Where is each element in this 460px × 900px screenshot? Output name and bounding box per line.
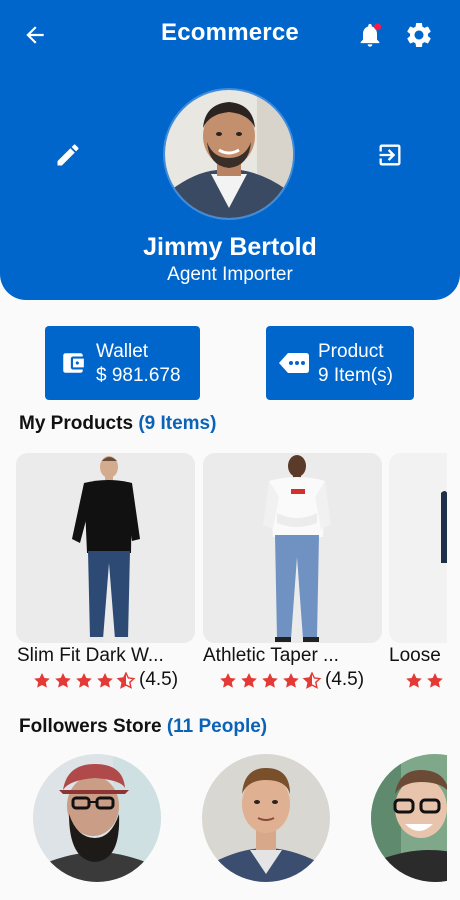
product-photo xyxy=(16,453,195,643)
follower-avatar[interactable] xyxy=(33,754,161,882)
follower-photo xyxy=(371,754,447,882)
product-photo xyxy=(389,453,447,643)
followers-title-text: Followers Store xyxy=(19,716,162,737)
followers-count[interactable]: (11 People) xyxy=(167,716,267,737)
profile-screen: Ecommerce Jimmy Bertold Agent Importer W… xyxy=(0,0,460,900)
follower-photo xyxy=(202,754,330,882)
follower-avatar[interactable] xyxy=(202,754,330,882)
product-name[interactable]: Loose xyxy=(389,645,447,667)
product-card-image[interactable] xyxy=(203,453,382,643)
products-carousel[interactable]: Slim Fit Dark W... (4.5) Athletic Taper … xyxy=(0,0,447,900)
product-card-image[interactable] xyxy=(389,453,447,643)
rating-stars xyxy=(406,673,443,688)
rating-stars xyxy=(220,672,322,689)
product-name[interactable]: Athletic Taper ... xyxy=(203,645,383,667)
product-photo xyxy=(203,453,382,643)
follower-avatar[interactable] xyxy=(371,754,447,882)
rating-stars xyxy=(34,672,136,689)
product-name[interactable]: Slim Fit Dark W... xyxy=(17,645,197,667)
follower-photo xyxy=(33,754,161,882)
rating-value: (4.5) xyxy=(139,669,179,690)
product-card-image[interactable] xyxy=(16,453,195,643)
rating-value: (4.5) xyxy=(325,669,365,690)
followers-section-title: Followers Store (11 People) xyxy=(19,716,267,738)
